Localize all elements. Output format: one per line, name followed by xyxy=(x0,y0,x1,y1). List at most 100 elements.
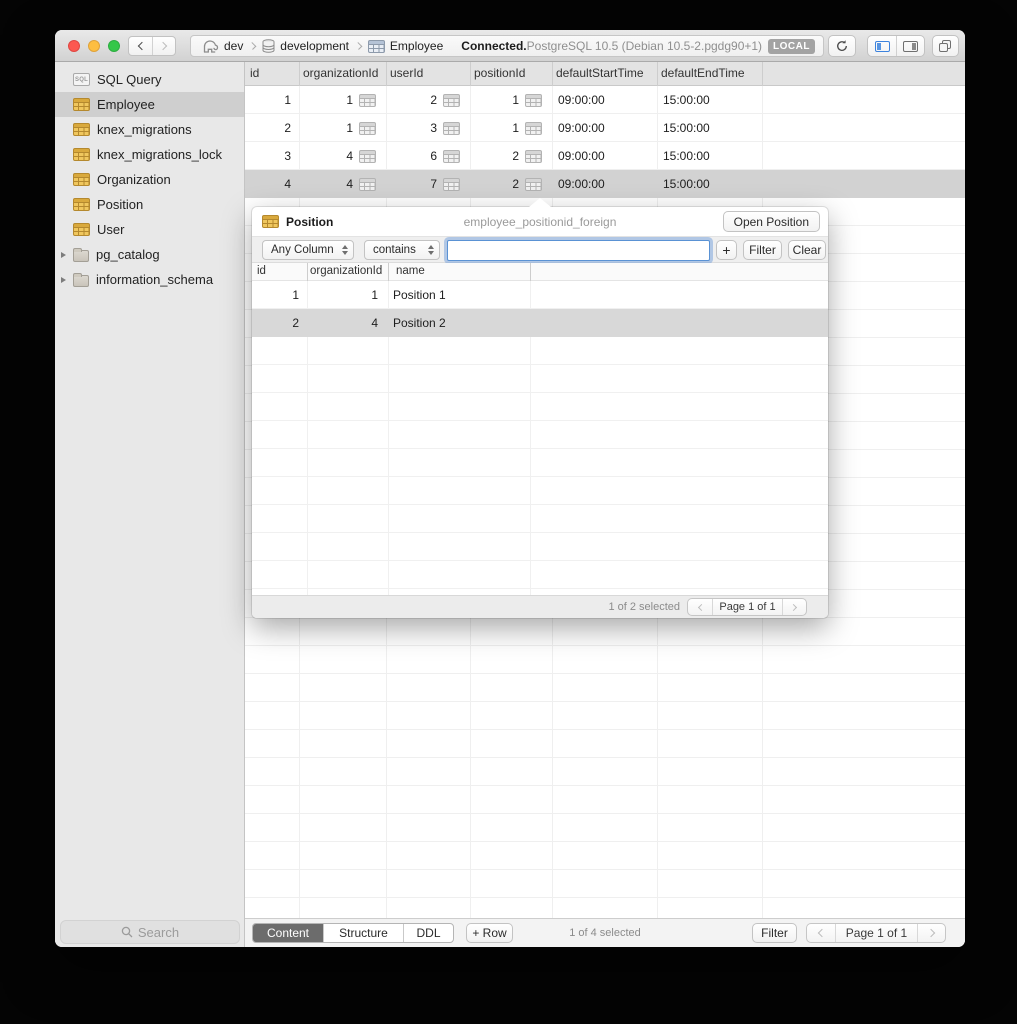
table-row[interactable]: 3 4 6 2 09:00:00 15:00:00 xyxy=(245,142,965,170)
breadcrumb-separator-icon xyxy=(248,42,257,50)
table-header: id organizationId userId positionId defa… xyxy=(245,62,965,86)
cell-userid: 7 xyxy=(430,177,437,191)
tab-structure[interactable]: Structure xyxy=(323,924,403,942)
foreign-key-table-icon[interactable] xyxy=(359,93,376,107)
filter-column-value: Any Column xyxy=(271,244,334,256)
foreign-key-table-icon[interactable] xyxy=(443,121,460,135)
add-filter-button[interactable]: + xyxy=(716,240,737,260)
clear-filter-button[interactable]: Clear xyxy=(788,240,826,260)
back-button[interactable] xyxy=(129,37,152,55)
foreign-key-table-icon[interactable] xyxy=(443,93,460,107)
open-position-button[interactable]: Open Position xyxy=(722,211,820,232)
cell-userid: 3 xyxy=(430,121,437,135)
minimize-window-button[interactable] xyxy=(88,40,100,52)
popover-table-row-selected[interactable]: 2 4 Position 2 xyxy=(252,309,828,337)
toggle-left-sidebar-button[interactable] xyxy=(868,36,896,56)
close-window-button[interactable] xyxy=(68,40,80,52)
sql-query-icon: SQL xyxy=(73,73,90,86)
cell-id: 1 xyxy=(292,288,299,302)
breadcrumb-label: development xyxy=(280,39,349,53)
table-row-selected[interactable]: 4 4 7 2 09:00:00 15:00:00 xyxy=(245,170,965,198)
foreign-key-table-icon[interactable] xyxy=(525,121,542,135)
filter-operator-select[interactable]: contains xyxy=(364,240,440,260)
tab-ddl[interactable]: DDL xyxy=(403,924,453,942)
popover-table-row[interactable]: 1 1 Position 1 xyxy=(252,281,828,309)
sidebar-item-organization[interactable]: Organization xyxy=(55,167,244,192)
reload-button[interactable] xyxy=(828,35,856,57)
breadcrumb-item-database[interactable]: development xyxy=(258,39,353,53)
column-header-organizationid[interactable]: organizationId xyxy=(303,66,378,80)
cell-organizationid: 1 xyxy=(346,121,353,135)
foreign-key-table-icon[interactable] xyxy=(525,149,542,163)
cell-positionid: 1 xyxy=(512,93,519,107)
foreign-key-table-icon[interactable] xyxy=(443,177,460,191)
foreign-key-table-icon[interactable] xyxy=(359,149,376,163)
sidebar-item-employee[interactable]: Employee xyxy=(55,92,244,117)
cell-organizationid: 1 xyxy=(371,288,378,302)
column-header-defaultstarttime[interactable]: defaultStartTime xyxy=(556,66,644,80)
tab-content[interactable]: Content xyxy=(253,924,323,942)
breadcrumb-item-table[interactable]: Employee xyxy=(364,39,447,53)
page-status: Page 1 of 1 xyxy=(835,924,917,942)
breadcrumb-item-server[interactable]: dev xyxy=(199,39,247,53)
cell-defaultstarttime: 09:00:00 xyxy=(558,121,605,135)
chevron-left-icon xyxy=(697,603,705,611)
zoom-window-button[interactable] xyxy=(108,40,120,52)
sidebar-search[interactable]: Search xyxy=(60,920,240,944)
next-page-button[interactable] xyxy=(917,924,945,942)
popover-footer: 1 of 2 selected Page 1 of 1 xyxy=(252,595,828,618)
column-header-organizationid[interactable]: organizationId xyxy=(310,265,382,277)
disclosure-triangle-icon[interactable] xyxy=(61,251,66,258)
apply-filter-button[interactable]: Filter xyxy=(743,240,782,260)
sidebar-item-knex-migrations[interactable]: knex_migrations xyxy=(55,117,244,142)
chevron-left-icon xyxy=(137,41,146,51)
popover-prev-page-button[interactable] xyxy=(688,599,712,615)
table-icon xyxy=(367,39,385,53)
add-row-button[interactable]: + Row xyxy=(466,923,513,943)
cell-id: 3 xyxy=(284,149,291,163)
column-header-id[interactable]: id xyxy=(250,66,259,80)
search-placeholder: Search xyxy=(137,924,180,940)
filter-column-select[interactable]: Any Column xyxy=(262,240,354,260)
foreign-key-table-icon[interactable] xyxy=(525,93,542,107)
column-header-userid[interactable]: userId xyxy=(390,66,423,80)
sidebar-item-pg-catalog[interactable]: pg_catalog xyxy=(55,242,244,267)
popover-next-page-button[interactable] xyxy=(782,599,806,615)
foreign-key-table-icon[interactable] xyxy=(443,149,460,163)
sidebar-item-label: SQL Query xyxy=(97,72,162,87)
cell-defaultendtime: 15:00:00 xyxy=(663,93,710,107)
sidebar-item-label: Position xyxy=(97,197,144,212)
sidebar-item-user[interactable]: User xyxy=(55,217,244,242)
sidebar-item-position[interactable]: Position xyxy=(55,192,244,217)
folder-icon xyxy=(73,247,89,262)
filter-button[interactable]: Filter xyxy=(752,923,797,943)
sidebar-item-sql-query[interactable]: SQL SQL Query xyxy=(55,67,244,92)
cell-defaultstarttime: 09:00:00 xyxy=(558,149,605,163)
table-row[interactable]: 1 1 2 1 09:00:00 15:00:00 xyxy=(245,86,965,114)
disclosure-triangle-icon[interactable] xyxy=(61,276,66,283)
toggle-right-sidebar-button[interactable] xyxy=(896,36,924,56)
chevron-right-icon xyxy=(926,928,935,938)
sidebar-item-label: knex_migrations xyxy=(97,122,192,137)
new-window-button[interactable] xyxy=(932,35,959,57)
column-header-name[interactable]: name xyxy=(396,265,425,277)
prev-page-button[interactable] xyxy=(807,924,835,942)
filter-value-input[interactable] xyxy=(447,240,710,261)
column-header-positionid[interactable]: positionId xyxy=(474,66,525,80)
foreign-key-popover: Position employee_positionid_foreign Ope… xyxy=(252,198,828,618)
table-icon xyxy=(262,215,279,228)
foreign-key-table-icon[interactable] xyxy=(359,177,376,191)
forward-button[interactable] xyxy=(152,37,175,55)
table-row[interactable]: 2 1 3 1 09:00:00 15:00:00 xyxy=(245,114,965,142)
foreign-key-table-icon[interactable] xyxy=(525,177,542,191)
column-header-defaultendtime[interactable]: defaultEndTime xyxy=(661,66,745,80)
foreign-key-table-icon[interactable] xyxy=(359,121,376,135)
history-nav xyxy=(128,36,176,56)
popover-table-header: id organizationId name xyxy=(252,263,828,281)
sidebar-list: SQL SQL Query Employee knex_migrations k… xyxy=(55,67,244,292)
sidebar-item-knex-migrations-lock[interactable]: knex_migrations_lock xyxy=(55,142,244,167)
column-header-id[interactable]: id xyxy=(257,265,266,277)
right-panel-icon xyxy=(903,40,918,52)
sidebar-item-information-schema[interactable]: information_schema xyxy=(55,267,244,292)
select-stepper-icon xyxy=(428,245,434,255)
